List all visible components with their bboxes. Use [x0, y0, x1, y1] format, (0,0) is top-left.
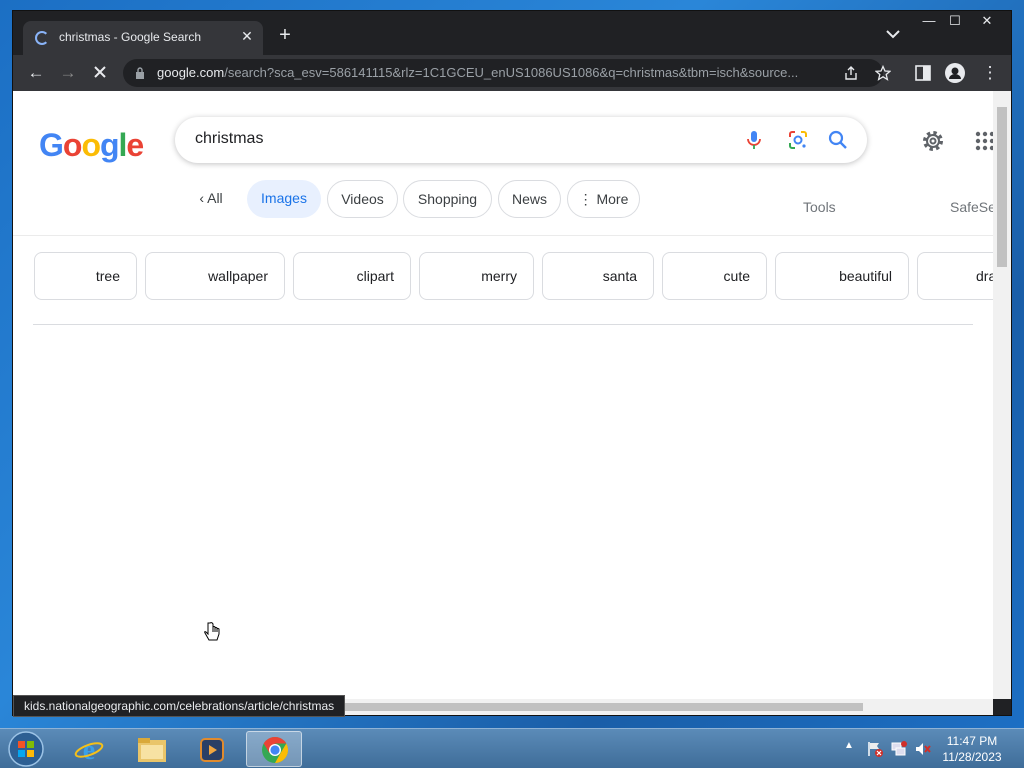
show-hidden-icons-arrow-icon[interactable]: ▲ [844, 740, 854, 751]
profile-avatar-icon[interactable] [945, 63, 965, 83]
tab-active[interactable]: christmas - Google Search ✕ [23, 21, 263, 55]
logo-letter: o [81, 127, 101, 163]
vertical-scrollbar[interactable] [993, 91, 1011, 699]
start-button-windows-icon[interactable] [6, 730, 46, 768]
title-bar: christmas - Google Search ✕ + — ☐ ✕ [13, 11, 1011, 55]
svg-text:e: e [83, 735, 95, 764]
stop-loading-icon[interactable] [89, 63, 111, 83]
loading-spinner-icon [35, 31, 49, 45]
bookmark-star-icon[interactable] [875, 65, 891, 81]
tab-title: christmas - Google Search [59, 30, 202, 44]
folder-icon [138, 738, 166, 762]
tab-videos[interactable]: Videos [327, 180, 398, 218]
google-lens-icon[interactable] [787, 129, 809, 151]
address-bar[interactable]: google.com/search?sca_esv=586141115&rlz=… [123, 59, 891, 87]
chip-merry[interactable]: merry [419, 252, 534, 300]
tab-more-label: More [596, 191, 629, 207]
browser-toolbar: ← → google.com/search?sca_esv=586141115&… [13, 55, 1011, 91]
tab-images[interactable]: Images [247, 180, 321, 218]
chip-dra[interactable]: dra [917, 252, 993, 300]
taskbar: e ▲ 11:47 PM 11/28/2023 [0, 728, 1024, 768]
new-tab-button[interactable]: + [274, 25, 296, 45]
chevron-left-icon: ‹ [199, 190, 208, 206]
divider [13, 235, 993, 236]
chip-wallpaper[interactable]: wallpaper [145, 252, 285, 300]
page-content: Google christmas ‹ All Images Videos Sho… [13, 91, 993, 699]
chrome-icon [262, 736, 289, 764]
google-apps-grid-icon[interactable] [975, 131, 993, 151]
close-window-button[interactable]: ✕ [973, 13, 1001, 31]
back-arrow-icon[interactable]: ← [25, 63, 47, 83]
taskbar-media-player[interactable] [184, 731, 240, 767]
chrome-menu-icon[interactable]: ⋮ [979, 63, 1001, 83]
logo-letter: g [99, 127, 120, 163]
chip-santa[interactable]: santa [542, 252, 654, 300]
clock-time: 11:47 PM [946, 734, 998, 748]
chip-tree[interactable]: tree [34, 252, 137, 300]
action-center-flag-icon[interactable] [866, 740, 884, 758]
google-logo[interactable]: Google [39, 127, 144, 164]
system-clock[interactable]: 11:47 PM 11/28/2023 [930, 733, 1014, 765]
horizontal-scroll-thumb[interactable] [343, 703, 863, 711]
tab-all-label: All [207, 190, 223, 206]
media-player-icon [200, 738, 224, 762]
maximize-button[interactable]: ☐ [941, 13, 969, 31]
taskbar-chrome[interactable] [246, 731, 302, 767]
search-box[interactable]: christmas [175, 117, 867, 163]
tab-search-chevron-icon[interactable] [885, 27, 901, 41]
chip-cute[interactable]: cute [662, 252, 767, 300]
search-input[interactable]: christmas [195, 130, 263, 148]
logo-letter: e [126, 127, 144, 163]
tab-news[interactable]: News [498, 180, 561, 218]
safesearch-button[interactable]: SafeSe [950, 199, 993, 215]
chip-beautiful[interactable]: beautiful [775, 252, 909, 300]
settings-gear-icon[interactable] [921, 129, 945, 153]
tab-close-button[interactable]: ✕ [239, 28, 255, 45]
url-host: google.com [157, 65, 225, 80]
url-text[interactable]: google.com/search?sca_esv=586141115&rlz=… [157, 65, 847, 80]
more-vert-icon: ⋮ [578, 191, 597, 207]
share-icon[interactable] [843, 65, 859, 81]
minimize-button[interactable]: — [915, 13, 943, 31]
taskbar-file-explorer[interactable] [124, 731, 180, 767]
logo-letter: o [62, 127, 83, 163]
voice-search-mic-icon[interactable] [743, 129, 765, 151]
side-panel-icon[interactable] [915, 65, 931, 81]
network-icon[interactable] [890, 740, 908, 758]
status-bar-url: kids.nationalgeographic.com/celebrations… [13, 695, 346, 717]
search-icon[interactable] [827, 129, 849, 151]
lock-icon [136, 67, 144, 79]
tab-more[interactable]: ⋮ More [567, 180, 640, 218]
taskbar-internet-explorer[interactable]: e [62, 731, 118, 767]
tools-button[interactable]: Tools [803, 199, 836, 215]
url-path: /search?sca_esv=586141115&rlz=1C1GCEU_en… [224, 65, 799, 80]
forward-arrow-icon[interactable]: → [57, 63, 79, 83]
chip-clipart[interactable]: clipart [293, 252, 411, 300]
browser-window: christmas - Google Search ✕ + — ☐ ✕ ← → … [12, 10, 1012, 717]
vertical-scroll-thumb[interactable] [997, 107, 1007, 267]
clock-date: 11/28/2023 [942, 750, 1002, 764]
internet-explorer-icon: e [74, 735, 104, 764]
logo-letter: G [39, 127, 64, 163]
tab-shopping[interactable]: Shopping [403, 180, 492, 218]
hand-cursor-icon [204, 622, 220, 641]
tab-all[interactable]: ‹ All [183, 180, 239, 218]
divider [33, 324, 973, 325]
